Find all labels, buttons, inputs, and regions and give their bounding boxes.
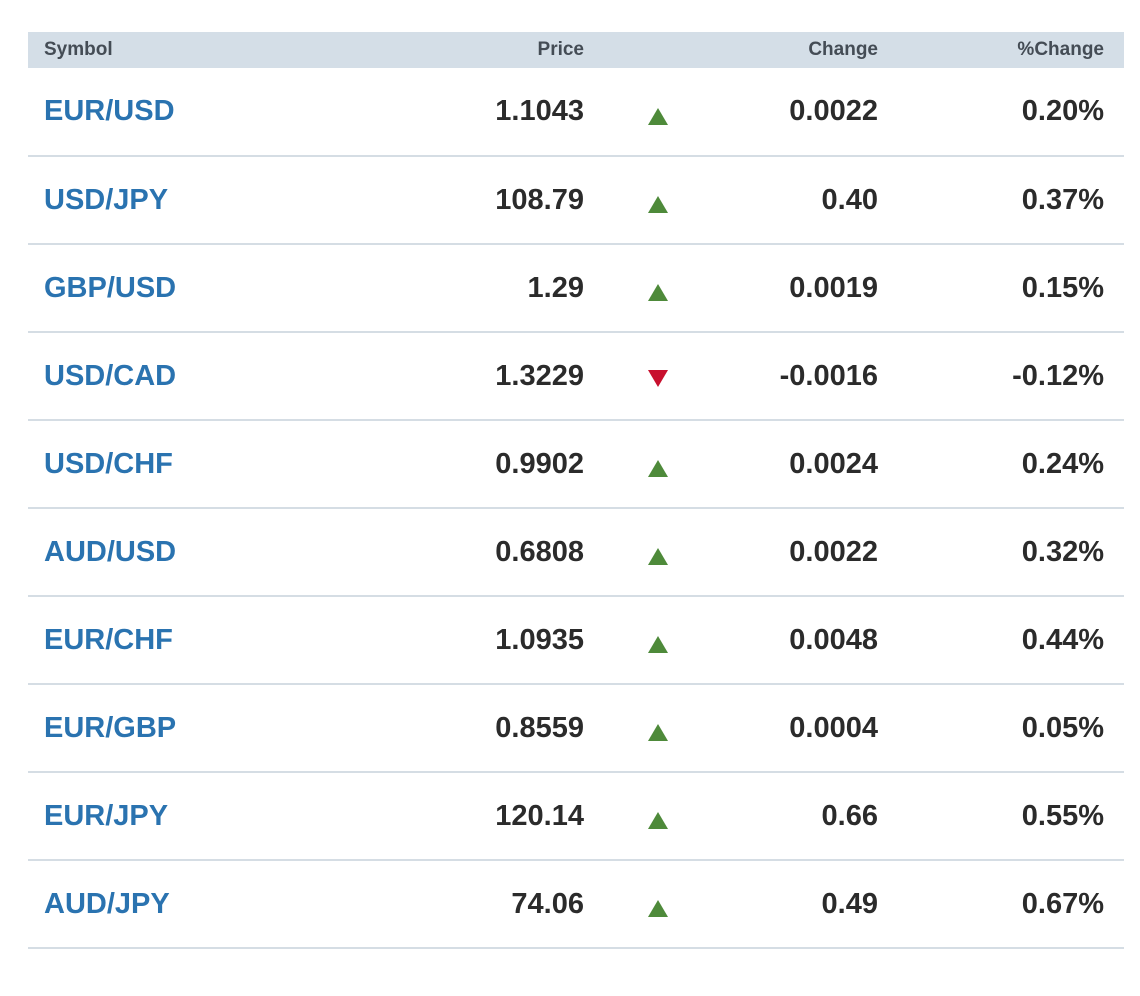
pct-change-cell: 0.32% [1021, 535, 1104, 568]
arrow-up-icon [648, 724, 668, 742]
price-cell: 74.06 [511, 887, 584, 920]
pct-change-cell: 0.67% [1021, 887, 1104, 920]
arrow-up-icon [648, 460, 668, 478]
change-cell: 0.0022 [789, 535, 878, 568]
direction-cell [584, 244, 732, 332]
change-cell: 0.0022 [789, 95, 878, 127]
change-cell: 0.66 [821, 799, 878, 832]
symbol-cell: AUD/JPY [28, 860, 279, 948]
arrow-up-icon [648, 900, 668, 918]
currency-quotes-table: Symbol Price Change %Change EUR/USD 1.104… [28, 32, 1124, 949]
table-header-row: Symbol Price Change %Change [28, 32, 1124, 68]
pct-change-cell: 0.55% [1021, 799, 1104, 832]
arrow-up-icon [648, 196, 668, 214]
table-row[interactable]: EUR/CHF 1.0935 0.0048 0.44% [28, 596, 1124, 684]
symbol-link[interactable]: EUR/JPY [44, 800, 168, 832]
direction-cell [584, 772, 732, 860]
table-row[interactable]: AUD/USD 0.6808 0.0022 0.32% [28, 508, 1124, 596]
change-cell: 0.0024 [789, 447, 878, 480]
change-cell: -0.0016 [779, 359, 878, 392]
symbol-cell: AUD/USD [28, 508, 279, 596]
symbol-link[interactable]: AUD/JPY [44, 888, 170, 920]
symbol-cell: USD/JPY [28, 156, 279, 244]
pct-change-cell: 0.24% [1021, 447, 1104, 480]
page: Symbol Price Change %Change EUR/USD 1.104… [0, 0, 1140, 996]
change-cell: 0.49 [821, 887, 878, 920]
direction-cell [584, 332, 732, 420]
arrow-up-icon [648, 284, 668, 302]
symbol-link[interactable]: GBP/USD [44, 272, 176, 304]
price-cell: 1.29 [527, 271, 584, 304]
symbol-link[interactable]: EUR/GBP [44, 712, 176, 744]
symbol-cell: EUR/CHF [28, 596, 279, 684]
table-row[interactable]: AUD/JPY 74.06 0.49 0.67% [28, 860, 1124, 948]
price-cell: 0.9902 [495, 447, 584, 480]
table-row[interactable]: USD/JPY 108.79 0.40 0.37% [28, 156, 1124, 244]
symbol-link[interactable]: USD/CAD [44, 360, 176, 392]
symbol-cell: USD/CHF [28, 420, 279, 508]
pct-change-cell: 0.20% [1021, 95, 1104, 127]
change-cell: 0.0048 [789, 623, 878, 656]
direction-cell [584, 156, 732, 244]
change-cell: 0.40 [821, 183, 878, 216]
table-row[interactable]: EUR/USD 1.1043 0.0022 0.20% [28, 68, 1124, 156]
direction-cell [584, 68, 732, 156]
symbol-cell: USD/CAD [28, 332, 279, 420]
pct-change-cell: -0.12% [1012, 359, 1104, 392]
symbol-link[interactable]: AUD/USD [44, 536, 176, 568]
pct-change-cell: 0.37% [1021, 183, 1104, 216]
table-row[interactable]: EUR/GBP 0.8559 0.0004 0.05% [28, 684, 1124, 772]
symbol-cell: EUR/USD [28, 68, 279, 156]
arrow-up-icon [648, 107, 668, 125]
symbol-link[interactable]: USD/CHF [44, 448, 173, 480]
symbol-link[interactable]: EUR/USD [44, 95, 175, 127]
arrow-up-icon [648, 636, 668, 654]
change-cell: 0.0004 [789, 711, 878, 744]
price-cell: 1.1043 [495, 95, 584, 127]
price-cell: 108.79 [495, 183, 584, 216]
arrow-up-icon [648, 812, 668, 830]
header-pct-change[interactable]: %Change [878, 32, 1124, 68]
table-body: EUR/USD 1.1043 0.0022 0.20% USD/JPY 108.79 0.4… [28, 68, 1124, 948]
price-cell: 0.8559 [495, 711, 584, 744]
symbol-link[interactable]: EUR/CHF [44, 624, 173, 656]
direction-cell [584, 420, 732, 508]
price-cell: 120.14 [495, 799, 584, 832]
pct-change-cell: 0.05% [1021, 711, 1104, 744]
direction-cell [584, 508, 732, 596]
pct-change-cell: 0.44% [1021, 623, 1104, 656]
header-price[interactable]: Price [279, 32, 584, 68]
price-cell: 1.0935 [495, 623, 584, 656]
price-cell: 0.6808 [495, 535, 584, 568]
pct-change-cell: 0.15% [1021, 271, 1104, 304]
symbol-cell: GBP/USD [28, 244, 279, 332]
direction-cell [584, 860, 732, 948]
header-direction [584, 32, 732, 68]
header-change[interactable]: Change [732, 32, 878, 68]
symbol-cell: EUR/GBP [28, 684, 279, 772]
direction-cell [584, 684, 732, 772]
direction-cell [584, 596, 732, 684]
table-row[interactable]: EUR/JPY 120.14 0.66 0.55% [28, 772, 1124, 860]
header-symbol[interactable]: Symbol [28, 32, 279, 68]
table-row[interactable]: USD/CHF 0.9902 0.0024 0.24% [28, 420, 1124, 508]
arrow-up-icon [648, 548, 668, 566]
symbol-cell: EUR/JPY [28, 772, 279, 860]
table-row[interactable]: USD/CAD 1.3229 -0.0016 -0.12% [28, 332, 1124, 420]
price-cell: 1.3229 [495, 359, 584, 392]
change-cell: 0.0019 [789, 271, 878, 304]
table-row[interactable]: GBP/USD 1.29 0.0019 0.15% [28, 244, 1124, 332]
symbol-link[interactable]: USD/JPY [44, 184, 168, 216]
arrow-down-icon [648, 370, 668, 388]
